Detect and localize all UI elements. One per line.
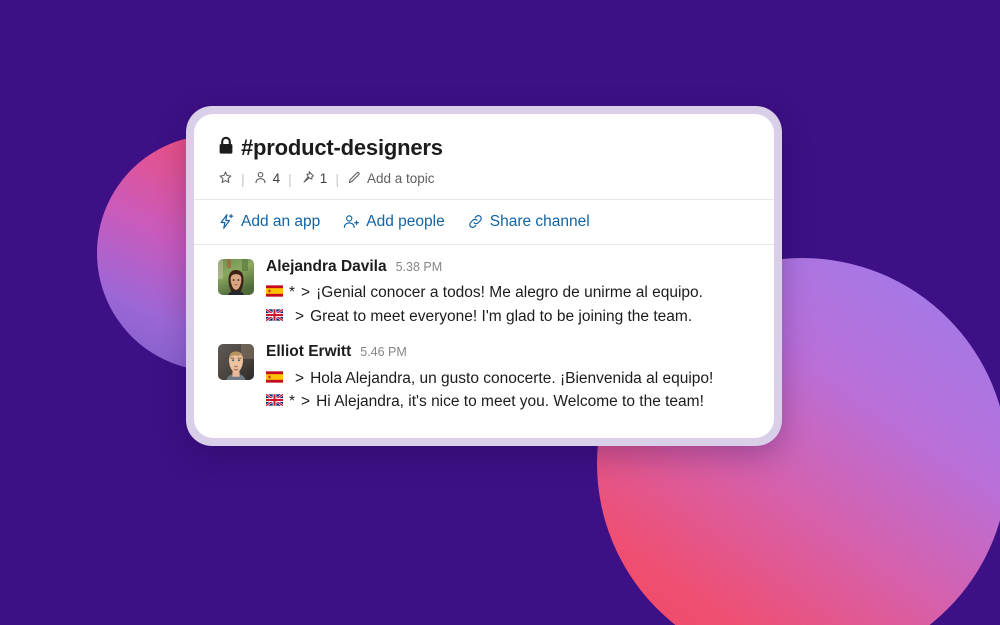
channel-name: #product-designers — [241, 134, 443, 160]
message-text: Great to meet everyone! I'm glad to be j… — [310, 307, 693, 325]
add-topic-button[interactable]: Add a topic — [347, 170, 435, 188]
message-list: Alejandra Davila 5.38 PM * > ¡Genial con… — [194, 245, 774, 414]
pin-icon — [300, 170, 315, 188]
channel-meta-row: | 4 | 1 | Add a topic — [218, 170, 750, 188]
message-author[interactable]: Elliot Erwitt — [266, 344, 351, 360]
share-channel-button[interactable]: Share channel — [467, 213, 590, 231]
members-count: 4 — [272, 171, 281, 186]
avatar-alejandra-davila[interactable] — [218, 258, 254, 295]
message-text: Hola Alejandra, un gusto conocerte. ¡Bie… — [310, 369, 714, 387]
star-icon — [218, 170, 233, 188]
message-line: * > ¡Genial conocer a todos! Me alegro d… — [266, 281, 750, 305]
message-item: Elliot Erwitt 5.46 PM > Hola Alejandra, … — [218, 344, 750, 414]
pencil-icon — [347, 170, 362, 188]
pins-button[interactable]: 1 — [300, 170, 328, 188]
meta-separator-2: | — [288, 170, 292, 187]
lock-icon — [218, 136, 234, 159]
channel-header: #product-designers | 4 | 1 | Add a topic — [194, 114, 774, 199]
message-line: > Great to meet everyone! I'm glad to be… — [265, 305, 750, 329]
message-header: Alejandra Davila 5.38 PM — [266, 258, 750, 275]
message-text: Hi Alejandra, it's nice to meet you. Wel… — [316, 393, 704, 411]
message-star-marker: * — [289, 393, 296, 411]
message-quote-marker: > — [295, 369, 305, 387]
channel-actions-row: Add an app Add people Share channel — [194, 200, 774, 244]
message-line: * > Hi Alejandra, it's nice to meet you.… — [265, 390, 750, 414]
message-body: Alejandra Davila 5.38 PM * > ¡Genial con… — [265, 258, 750, 329]
flag-uk — [265, 390, 284, 414]
person-icon — [253, 170, 268, 188]
message-timestamp: 5.46 PM — [360, 345, 407, 360]
message-author[interactable]: Alejandra Davila — [266, 258, 387, 275]
lightning-plus-icon — [218, 213, 235, 230]
star-channel-button[interactable] — [218, 170, 233, 188]
share-channel-label: Share channel — [489, 212, 590, 230]
slack-channel-card: #product-designers | 4 | 1 | Add a topic… — [186, 106, 782, 446]
flag-spain — [266, 281, 283, 305]
avatar-elliot-erwitt[interactable] — [218, 344, 254, 381]
message-text: ¡Genial conocer a todos! Me alegro de un… — [316, 284, 703, 301]
meta-separator-3: | — [335, 170, 339, 187]
flag-uk — [265, 305, 284, 329]
message-timestamp: 5.38 PM — [395, 259, 443, 274]
flag-spain — [266, 367, 283, 391]
message-quote-marker: > — [301, 393, 311, 411]
message-star-marker: * — [289, 284, 296, 301]
add-topic-label: Add a topic — [366, 171, 435, 186]
add-people-button[interactable]: Add people — [342, 212, 445, 231]
pins-count: 1 — [319, 171, 328, 186]
meta-separator-1: | — [241, 170, 245, 187]
channel-title-row[interactable]: #product-designers — [218, 136, 750, 159]
message-quote-marker: > — [301, 284, 311, 301]
message-item: Alejandra Davila 5.38 PM * > ¡Genial con… — [218, 258, 750, 329]
message-body: Elliot Erwitt 5.46 PM > Hola Alejandra, … — [265, 344, 750, 414]
message-line: > Hola Alejandra, un gusto conocerte. ¡B… — [266, 367, 750, 391]
message-quote-marker: > — [295, 307, 305, 325]
add-people-label: Add people — [366, 212, 445, 230]
add-an-app-button[interactable]: Add an app — [218, 213, 320, 231]
card-surface: #product-designers | 4 | 1 | Add a topic… — [194, 114, 774, 438]
person-plus-icon — [342, 213, 360, 230]
add-an-app-label: Add an app — [241, 212, 321, 230]
link-icon — [467, 213, 484, 230]
message-header: Elliot Erwitt 5.46 PM — [266, 344, 750, 360]
members-button[interactable]: 4 — [253, 170, 281, 188]
